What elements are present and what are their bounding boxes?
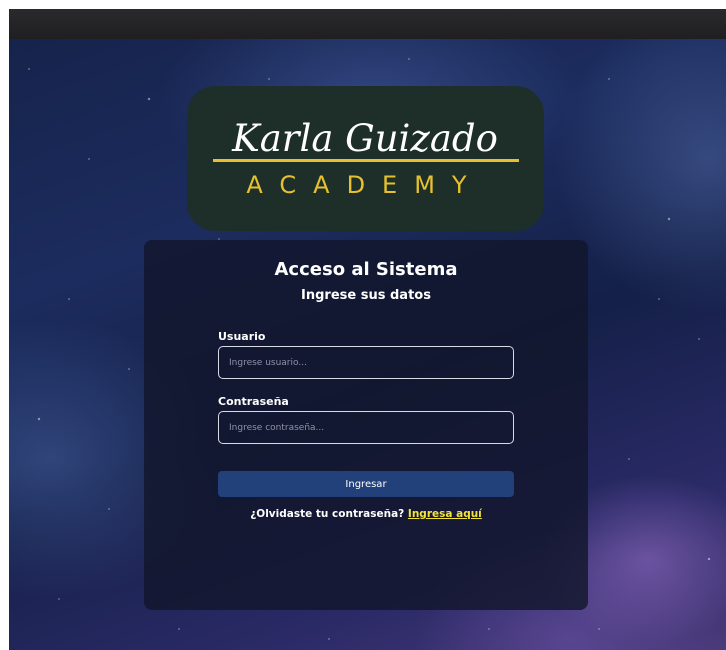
password-input[interactable] [218,411,514,444]
page-viewport: Karla Guizado ACADEMY Acceso al Sistema … [9,39,726,650]
login-button[interactable]: Ingresar [218,471,514,497]
logo-script-text: Karla Guizado [231,117,498,160]
forgot-password-row: ¿Olvidaste tu contraseña? Ingresa aquí [144,508,588,520]
forgot-password-link[interactable]: Ingresa aquí [408,508,482,520]
login-card: Acceso al Sistema Ingrese sus datos Usua… [144,240,588,610]
browser-frame: Karla Guizado ACADEMY Acceso al Sistema … [0,0,726,650]
logo-gold-rule [213,159,519,162]
browser-toolbar [9,9,726,40]
logo-academy-text: ACADEMY [246,171,483,199]
academy-logo: Karla Guizado ACADEMY [187,86,544,231]
login-subtitle: Ingrese sus datos [301,288,431,303]
login-title: Acceso al Sistema [274,259,458,280]
username-label: Usuario [218,330,266,343]
password-label: Contraseña [218,395,289,408]
logo-graphic: Karla Guizado ACADEMY [213,117,519,199]
username-input[interactable] [218,346,514,379]
forgot-password-text: ¿Olvidaste tu contraseña? [250,508,408,520]
